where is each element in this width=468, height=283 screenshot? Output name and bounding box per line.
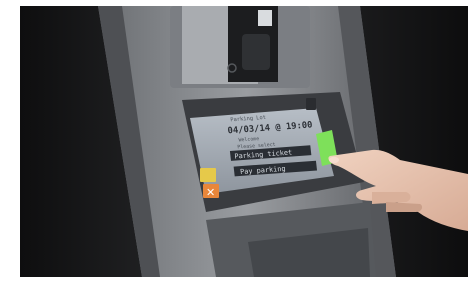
photo-illustration: Parking Lot 04/03/14 @ 19:00 Welcome Ple… [20, 6, 468, 277]
cancel-x-icon: ✕ [206, 186, 215, 199]
small-top-button[interactable] [306, 98, 316, 110]
scene: Parking Lot 04/03/14 @ 19:00 Welcome Ple… [20, 6, 468, 277]
yellow-button[interactable] [200, 168, 216, 182]
